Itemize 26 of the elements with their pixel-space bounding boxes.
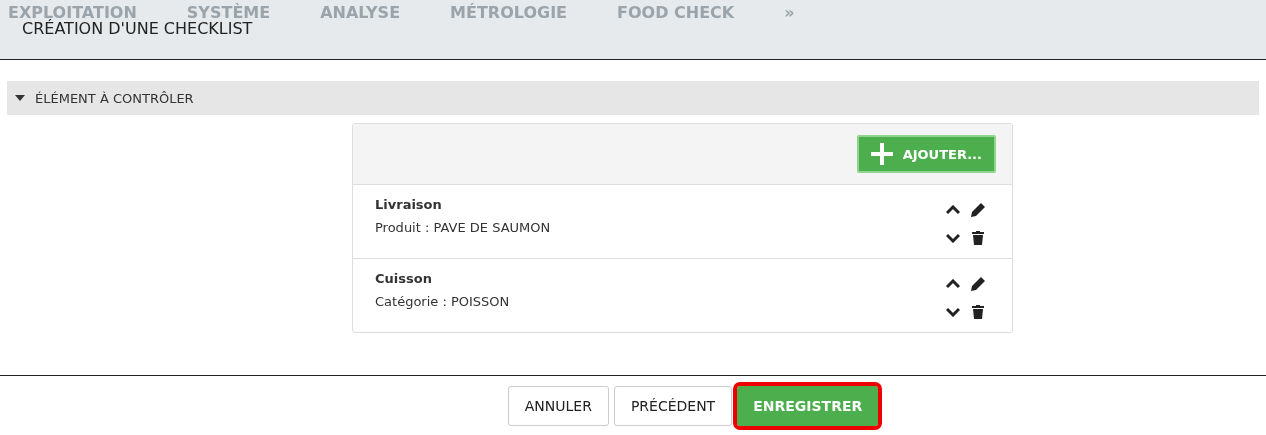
section-header[interactable]: ÉLÉMENT À CONTRÔLER [7,81,1259,115]
footer-button[interactable]: ANNULER [507,385,609,426]
section-title: ÉLÉMENT À CONTRÔLER [35,90,194,106]
trash-icon[interactable] [972,305,984,320]
chevron-down-icon[interactable] [946,307,960,318]
dialog-title: CRÉATION D'UNE CHECKLIST [22,19,253,38]
nav-item[interactable]: » [784,3,795,22]
plus-icon [870,143,893,165]
item-name: Cuisson [375,271,433,286]
item-detail: Produit : PAVE DE SAUMON [375,220,551,235]
nav-item[interactable]: FOOD CHECK [617,3,735,22]
pencil-icon[interactable] [970,275,986,292]
caret-icon [15,95,25,101]
chevron-up-icon[interactable] [946,278,960,289]
trash-icon[interactable] [972,231,984,246]
chevron-down-icon[interactable] [946,233,960,244]
chevron-up-icon[interactable] [946,204,960,215]
nav-item[interactable]: ANALYSE [320,3,401,22]
item-detail: Catégorie : POISSON [375,294,510,309]
footer-button[interactable]: PRÉCÉDENT [613,385,733,426]
nav-item[interactable]: EXPLOITATION [8,3,137,22]
nav-item[interactable]: SYSTÈME [186,3,271,22]
item-name: Livraison [375,197,443,212]
pencil-icon[interactable] [970,201,986,218]
nav-item[interactable]: MÉTROLOGIE [450,3,567,22]
add-button[interactable]: AJOUTER... [856,135,996,173]
